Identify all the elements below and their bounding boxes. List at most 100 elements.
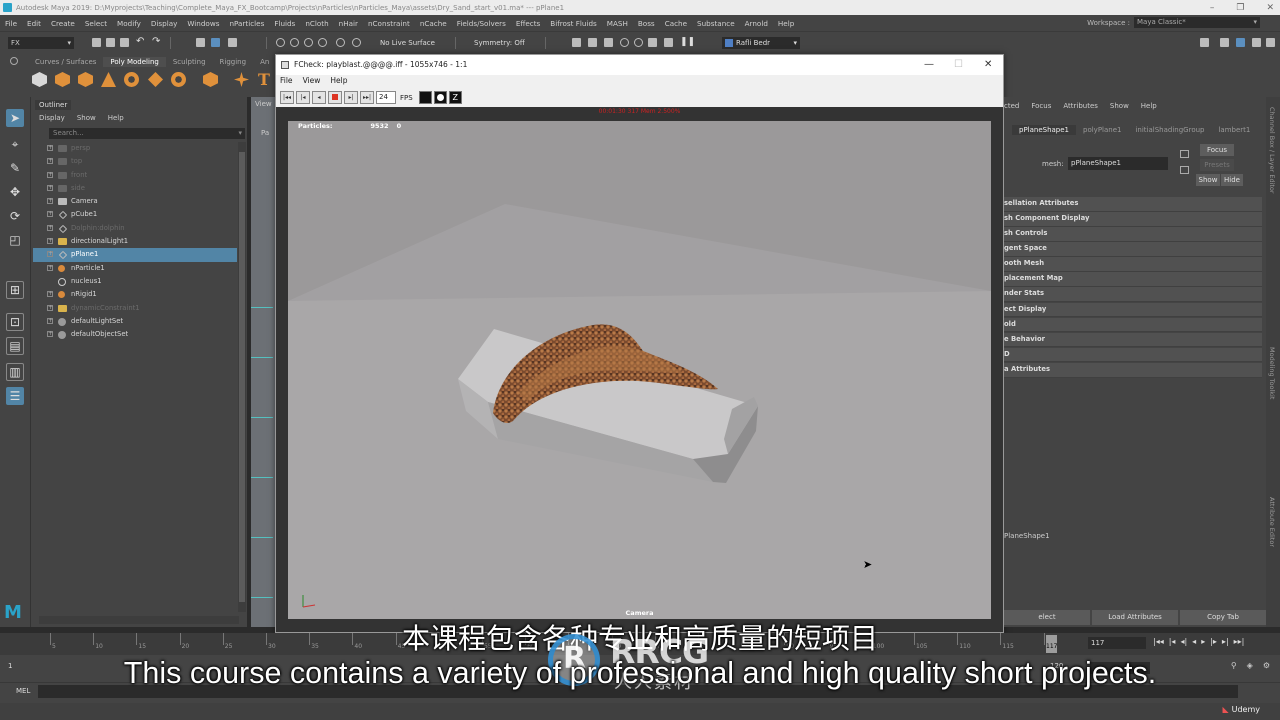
- menu-ncloth[interactable]: nCloth: [300, 19, 333, 28]
- go-to-end-button[interactable]: ▸▸|: [360, 91, 374, 104]
- render-settings-icon[interactable]: [604, 38, 613, 47]
- render-view-icon[interactable]: [634, 38, 643, 47]
- outliner-item[interactable]: + side: [33, 182, 237, 195]
- menu-effects[interactable]: Effects: [511, 19, 545, 28]
- fcheck-maximize-icon[interactable]: ☐: [954, 55, 963, 75]
- ae-tab-lambert1[interactable]: lambert1: [1211, 125, 1257, 135]
- menu-boss[interactable]: Boss: [633, 19, 660, 28]
- menu-nparticles[interactable]: nParticles: [224, 19, 269, 28]
- outliner-item[interactable]: + Dolphin:dolphin: [33, 222, 237, 235]
- fps-input[interactable]: 24: [376, 91, 396, 104]
- ae-section-header[interactable]: sellation Attributes: [1004, 197, 1262, 212]
- outliner-item[interactable]: + front: [33, 169, 237, 182]
- expand-icon[interactable]: +: [47, 211, 53, 218]
- select-tool-icon[interactable]: ➤: [6, 109, 24, 127]
- ae-menu-attributes[interactable]: Attributes: [1063, 102, 1098, 110]
- expand-icon[interactable]: +: [47, 331, 53, 338]
- expand-icon[interactable]: +: [47, 158, 53, 165]
- expand-icon[interactable]: +: [47, 238, 53, 245]
- undo-icon[interactable]: ↶: [136, 36, 144, 47]
- fcheck-menu-help[interactable]: Help: [330, 76, 347, 85]
- go-to-start-button[interactable]: |◂◂: [280, 91, 294, 104]
- fcheck-menu-file[interactable]: File: [280, 76, 293, 85]
- ae-section-header[interactable]: gent Space: [1004, 242, 1262, 257]
- menu-bifrost-fluids[interactable]: Bifrost Fluids: [545, 19, 602, 28]
- menu-fluids[interactable]: Fluids: [269, 19, 300, 28]
- fcheck-close-icon[interactable]: ✕: [984, 55, 992, 75]
- outliner-item[interactable]: + dynamicConstraint1: [33, 302, 237, 315]
- fcheck-minimize-icon[interactable]: —: [924, 55, 934, 75]
- outliner-item[interactable]: + top: [33, 155, 237, 168]
- ae-tab-polyplane1[interactable]: polyPlane1: [1076, 125, 1128, 135]
- save-scene-icon[interactable]: [120, 38, 129, 47]
- shelf-tab-poly-modeling[interactable]: Poly Modeling: [103, 57, 166, 67]
- shelf-tab-rigging[interactable]: Rigging: [213, 57, 254, 67]
- toggle-tool-settings-icon[interactable]: [1252, 38, 1261, 47]
- toggle-sidebar-icon[interactable]: [1200, 38, 1209, 47]
- fcheck-menu-view[interactable]: View: [303, 76, 321, 85]
- show-button[interactable]: Show: [1196, 174, 1220, 186]
- z-depth-button[interactable]: Z: [448, 91, 462, 104]
- move-tool-icon[interactable]: ✥: [6, 183, 24, 201]
- play-backward-button[interactable]: ◂: [312, 91, 326, 104]
- rotate-tool-icon[interactable]: ⟳: [6, 207, 24, 225]
- four-pane-layout-icon[interactable]: ⊡: [6, 313, 24, 331]
- menu-set-dropdown[interactable]: FX: [8, 37, 74, 49]
- outliner-vertical-scrollbar[interactable]: [238, 142, 246, 612]
- lasso-tool-icon[interactable]: ⌖: [6, 135, 24, 153]
- snap-center-icon[interactable]: [352, 38, 361, 47]
- outliner-menu-display[interactable]: Display: [39, 114, 65, 122]
- ae-section-header[interactable]: sh Controls: [1004, 227, 1262, 242]
- expand-icon[interactable]: +: [47, 251, 53, 258]
- scale-tool-icon[interactable]: ◰: [6, 231, 24, 249]
- user-account-dropdown[interactable]: Rafli Bedr: [722, 37, 800, 49]
- menu-nhair[interactable]: nHair: [334, 19, 363, 28]
- render-frame-icon[interactable]: [572, 38, 581, 47]
- snap-curve-icon[interactable]: [290, 38, 299, 47]
- ae-section-header[interactable]: a Attributes: [1004, 362, 1262, 378]
- menu-substance[interactable]: Substance: [692, 19, 740, 28]
- hide-button[interactable]: Hide: [1221, 174, 1243, 186]
- expand-icon[interactable]: +: [47, 317, 53, 324]
- shelf-tab-sculpting[interactable]: Sculpting: [166, 57, 213, 67]
- outliner-menu-show[interactable]: Show: [77, 114, 96, 122]
- menu-file[interactable]: File: [0, 19, 22, 28]
- ae-menu-help[interactable]: Help: [1141, 102, 1157, 110]
- menu-display[interactable]: Display: [146, 19, 183, 28]
- presets-button[interactable]: Presets: [1200, 159, 1234, 171]
- outliner-item[interactable]: + defaultLightSet: [33, 315, 237, 328]
- outliner-item[interactable]: + pCube1: [33, 208, 237, 221]
- shelf-tab-an[interactable]: An: [253, 57, 276, 67]
- menu-mash[interactable]: MASH: [602, 19, 633, 28]
- ae-section-header[interactable]: e Behavior: [1004, 332, 1262, 348]
- menu-ncache[interactable]: nCache: [415, 19, 452, 28]
- expand-icon[interactable]: +: [47, 224, 53, 231]
- side-by-side-layout-icon[interactable]: ▥: [6, 363, 24, 381]
- ae-section-header[interactable]: nder Stats: [1004, 287, 1262, 303]
- ipr-render-icon[interactable]: [588, 38, 597, 47]
- ae-section-header[interactable]: sh Component Display: [1004, 212, 1262, 227]
- side-tab-0[interactable]: Channel Box / Layer Editor: [1268, 107, 1276, 194]
- menu-select[interactable]: Select: [80, 19, 112, 28]
- hypershade-icon[interactable]: [620, 38, 629, 47]
- side-tab-2[interactable]: Attribute Editor: [1268, 497, 1276, 547]
- snap-point-icon[interactable]: [304, 38, 313, 47]
- menu-fields-solvers[interactable]: Fields/Solvers: [452, 19, 511, 28]
- toggle-layer-editor-icon[interactable]: [1266, 38, 1275, 47]
- expand-icon[interactable]: +: [47, 171, 53, 178]
- paint-select-tool-icon[interactable]: ✎: [6, 159, 24, 177]
- shelf-tab-curves-surfaces[interactable]: Curves / Surfaces: [28, 57, 103, 67]
- menu-help[interactable]: Help: [773, 19, 799, 28]
- outliner-layout-icon[interactable]: ☰: [6, 387, 24, 405]
- ae-section-header[interactable]: ect Display: [1004, 302, 1262, 318]
- outliner-item[interactable]: +nucleus1: [33, 275, 237, 288]
- ae-section-header[interactable]: D: [1004, 347, 1262, 363]
- open-scene-icon[interactable]: [106, 38, 115, 47]
- maximize-icon[interactable]: ❐: [1236, 3, 1244, 13]
- two-pane-layout-icon[interactable]: ▤: [6, 337, 24, 355]
- pause-viewport-icon[interactable]: ❚❚: [680, 37, 695, 47]
- toggle-attribute-editor-icon[interactable]: [1236, 38, 1245, 47]
- select-component-icon[interactable]: [228, 38, 237, 47]
- select-hierarchy-icon[interactable]: [196, 38, 205, 47]
- select-node-icon[interactable]: [1180, 150, 1189, 158]
